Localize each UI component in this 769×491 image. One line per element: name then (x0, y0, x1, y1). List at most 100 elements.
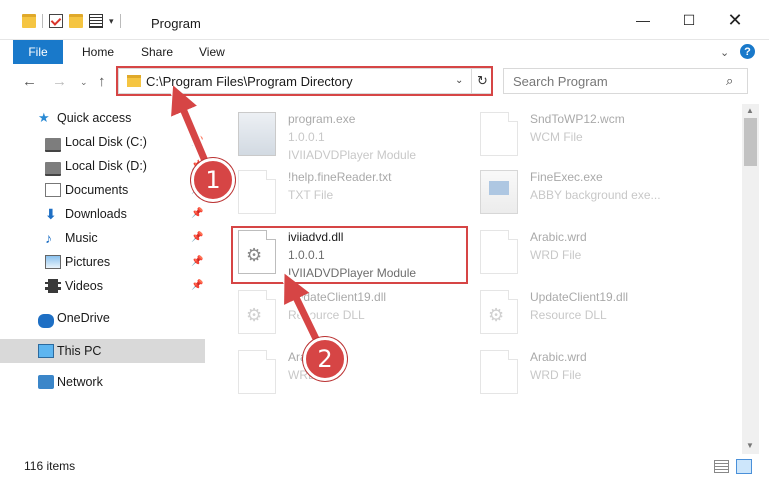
sidebar-item-label: This PC (57, 344, 102, 358)
toolbar-divider (119, 14, 121, 28)
file-version: 1.0.0.1 (288, 130, 325, 144)
sidebar-item-local-disk-d[interactable]: Local Disk (D:) 📌 (0, 154, 205, 178)
folder-icon[interactable] (22, 14, 36, 28)
file-icon (480, 350, 518, 394)
file-name: FineExec.exe (530, 170, 603, 184)
vertical-scrollbar[interactable]: ▲ ▼ (742, 104, 759, 454)
properties-check-icon[interactable] (49, 14, 63, 28)
file-icon (238, 350, 276, 394)
file-description: IVIIADVDPlayer Module (288, 148, 417, 162)
sidebar-item-local-disk-c[interactable]: Local Disk (C:) 📌 (0, 130, 205, 154)
quick-access-toolbar: ▾ (22, 14, 121, 28)
search-placeholder: Search Program (513, 74, 608, 89)
scroll-up-icon[interactable]: ▲ (746, 106, 754, 115)
sidebar-item-label: Quick access (57, 111, 132, 125)
sidebar-item-quick-access[interactable]: ★ Quick access (0, 106, 205, 130)
help-icon[interactable]: ? (740, 44, 755, 59)
tab-share[interactable]: Share (141, 45, 173, 59)
new-folder-icon[interactable] (69, 14, 83, 28)
file-name: UpdateClient19.dll (288, 290, 387, 304)
up-button[interactable]: ↑ (98, 73, 106, 90)
file-name: program.exe (288, 112, 356, 126)
tab-file[interactable]: File (13, 40, 63, 64)
file-name: Arabic.wrd (530, 230, 587, 244)
pin-icon[interactable]: 📌 (191, 256, 203, 267)
expand-ribbon-icon[interactable]: ⌄ (720, 46, 729, 59)
dll-gear-icon (238, 290, 276, 334)
file-tile[interactable]: !help.fineReader.txt TXT File (230, 168, 470, 226)
customize-toolbar-icon[interactable]: ▾ (109, 16, 114, 27)
sidebar-item-documents[interactable]: Documents 📌 (0, 178, 205, 202)
scroll-down-icon[interactable]: ▼ (746, 441, 754, 450)
tab-home[interactable]: Home (82, 45, 114, 59)
tab-view[interactable]: View (199, 45, 225, 59)
properties-list-icon[interactable] (89, 14, 103, 28)
sidebar-item-videos[interactable]: Videos 📌 (0, 274, 205, 298)
sidebar-item-downloads[interactable]: ⬇ Downloads 📌 (0, 202, 205, 226)
details-view-icon[interactable] (714, 460, 729, 473)
sidebar-item-pictures[interactable]: Pictures 📌 (0, 250, 205, 274)
search-input[interactable]: Search Program ⌕ (503, 68, 748, 94)
sidebar-item-network[interactable]: Network (0, 370, 205, 394)
step-1-callout: 1 (191, 158, 235, 202)
file-type: Resource DLL (288, 308, 365, 322)
pin-icon[interactable]: 📌 (191, 232, 203, 243)
pictures-icon (45, 255, 61, 269)
file-icon (480, 230, 518, 274)
window-title: Program (151, 16, 201, 31)
file-name: SndToWP12.wcm (530, 112, 625, 126)
sidebar-item-music[interactable]: ♪ Music 📌 (0, 226, 205, 250)
sidebar-item-this-pc[interactable]: This PC (0, 339, 205, 363)
disk-icon (45, 162, 61, 176)
documents-icon (45, 183, 61, 197)
ribbon-tabs: File Home Share View ⌄ ? (0, 40, 769, 64)
pin-icon[interactable]: 📌 (191, 280, 203, 291)
tiles-view-icon[interactable] (736, 459, 752, 474)
file-icon (238, 170, 276, 214)
file-name: !help.fineReader.txt (288, 170, 392, 184)
scrollbar-thumb[interactable] (744, 118, 757, 166)
file-name: Arabic.wrd (530, 350, 587, 364)
search-icon[interactable]: ⌕ (726, 73, 733, 89)
file-tile[interactable]: FineExec.exe ABBY background exe... (472, 168, 712, 226)
dll-gear-icon (480, 290, 518, 334)
file-type: ABBY background exe... (530, 188, 661, 202)
sidebar-item-label: Local Disk (D:) (65, 159, 147, 173)
music-icon: ♪ (45, 230, 52, 246)
file-tile[interactable]: SndToWP12.wcm WCM File (472, 110, 712, 168)
sidebar-item-label: Pictures (65, 255, 111, 269)
pin-icon[interactable]: 📌 (191, 208, 203, 219)
file-tile[interactable]: UpdateClient19.dll Resource DLL (472, 288, 712, 346)
file-name: UpdateClient19.dll (530, 290, 629, 304)
back-button[interactable]: ← (22, 73, 37, 90)
network-icon (38, 375, 54, 389)
sidebar-item-label: Music (65, 231, 98, 245)
step-2-callout: 2 (303, 337, 347, 381)
videos-icon (45, 279, 61, 293)
navigation-pane: ★ Quick access Local Disk (C:) 📌 Local D… (0, 104, 210, 456)
sidebar-item-label: OneDrive (57, 311, 110, 325)
file-tile[interactable]: Arabic.wrd WRD File (472, 228, 712, 286)
file-tile[interactable]: program.exe 1.0.0.1 IVIIADVDPlayer Modul… (230, 110, 470, 168)
file-type: WRD File (530, 248, 582, 262)
forward-button[interactable]: → (52, 73, 67, 90)
file-type: WCM File (530, 130, 583, 144)
sidebar-item-label: Downloads (65, 207, 127, 221)
maximize-button[interactable]: ☐ (666, 0, 712, 40)
file-tile[interactable]: Arabic.wrd WRD File (230, 348, 470, 406)
file-type: Resource DLL (530, 308, 607, 322)
minimize-button[interactable]: — (620, 0, 666, 40)
file-type: WRD File (530, 368, 582, 382)
recent-locations-icon[interactable]: ⌄ (80, 77, 88, 88)
close-button[interactable]: ✕ (712, 0, 758, 40)
file-type: TXT File (288, 188, 334, 202)
downloads-icon: ⬇ (45, 206, 57, 222)
pin-icon[interactable]: 📌 (191, 136, 203, 147)
item-count: 116 items (24, 459, 76, 473)
onedrive-icon (38, 314, 54, 328)
star-icon: ★ (38, 110, 50, 125)
file-tile[interactable]: UpdateClient19.dll Resource DLL (230, 288, 470, 346)
sidebar-item-onedrive[interactable]: OneDrive (0, 306, 205, 330)
file-tile[interactable]: Arabic.wrd WRD File (472, 348, 712, 406)
exe-icon (238, 112, 276, 156)
